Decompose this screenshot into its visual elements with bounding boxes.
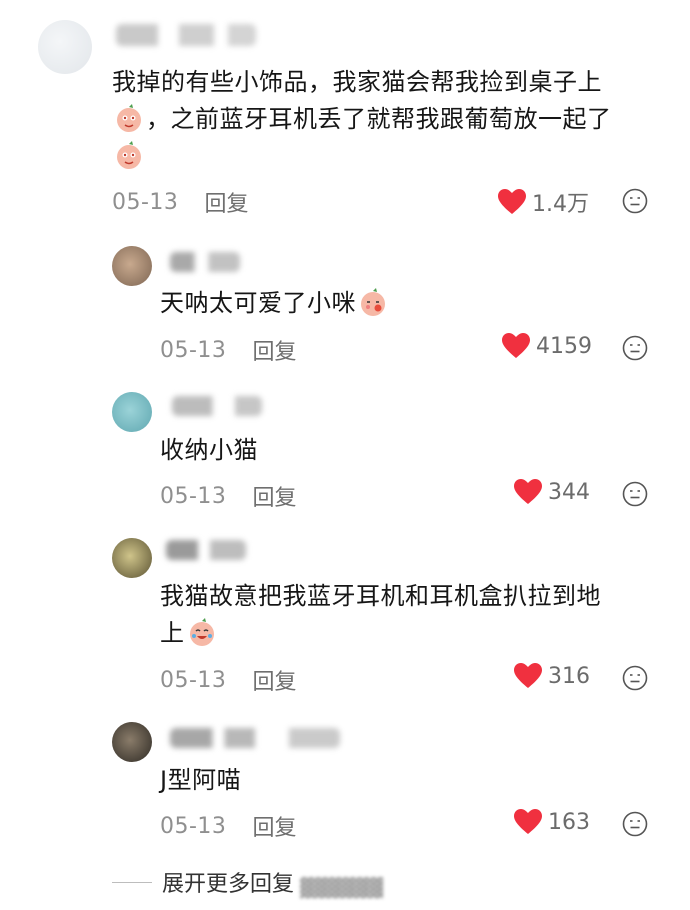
reply-text: 收纳小猫: [160, 436, 258, 464]
comment-text-line2: ，之前蓝牙耳机丢了就帮我跟葡萄放一起了: [112, 101, 612, 137]
reply-date: 05-13: [160, 667, 227, 693]
emoji-reaction-icon[interactable]: [622, 481, 648, 507]
peach-sticker-icon: [114, 140, 144, 170]
reply-text-line1: 我猫故意把我蓝牙耳机和耳机盒扒拉到地: [160, 582, 601, 610]
comment-text-line1: 我掉的有些小饰品，我家猫会帮我捡到桌子上: [112, 68, 602, 96]
peach-sticker-icon: [114, 103, 144, 133]
like-button[interactable]: 163: [514, 809, 590, 835]
comment-meta: 05-13 回复: [112, 186, 248, 218]
reply-meta: 05-13 回复: [160, 334, 296, 366]
reply-meta: 05-13 回复: [160, 480, 296, 512]
heart-icon: [514, 479, 542, 504]
divider-line: [112, 881, 152, 883]
avatar[interactable]: [112, 538, 152, 578]
avatar[interactable]: [112, 246, 152, 286]
avatar[interactable]: [112, 392, 152, 432]
expand-more-replies[interactable]: 展开更多回复: [112, 866, 294, 898]
like-button[interactable]: 4159: [502, 333, 592, 359]
reply-text: J型阿喵: [160, 766, 242, 794]
username-blurred[interactable]: [172, 396, 262, 416]
avatar[interactable]: [112, 722, 152, 762]
username-blurred[interactable]: [166, 540, 246, 560]
reply-meta: 05-13 回复: [160, 810, 296, 842]
username-blurred[interactable]: [170, 728, 340, 748]
heart-icon: [502, 333, 530, 358]
reply-button[interactable]: 回复: [252, 664, 296, 696]
reply-meta: 05-13 回复: [160, 664, 296, 696]
expand-more-label: 展开更多回复: [162, 872, 295, 897]
heart-icon: [514, 809, 542, 834]
comment-date: 05-13: [112, 189, 179, 215]
emoji-reaction-icon[interactable]: [622, 188, 648, 214]
peach-sticker-blush-icon: [358, 287, 388, 317]
comment-text-line2-body: ，之前蓝牙耳机丢了就帮我跟葡萄放一起了: [146, 105, 612, 133]
reply-text: 天呐太可爱了小咪: [160, 285, 390, 321]
avatar[interactable]: [38, 20, 92, 74]
username-blurred[interactable]: [170, 252, 240, 272]
like-button[interactable]: 316: [514, 663, 590, 689]
like-count: 1.4万: [532, 192, 589, 217]
reply-date: 05-13: [160, 483, 227, 509]
heart-icon: [514, 663, 542, 688]
heart-icon: [498, 189, 526, 214]
reply-text-body: 天呐太可爱了小咪: [160, 289, 356, 317]
reply-date: 05-13: [160, 813, 227, 839]
reply-date: 05-13: [160, 337, 227, 363]
emoji-reaction-icon[interactable]: [622, 811, 648, 837]
emoji-reaction-icon[interactable]: [622, 335, 648, 361]
comment-text-line3: [112, 138, 146, 174]
reply-button[interactable]: 回复: [252, 334, 296, 366]
reply-button[interactable]: 回复: [204, 186, 248, 218]
like-button[interactable]: 1.4万: [498, 186, 589, 218]
username-blurred[interactable]: [116, 24, 256, 46]
like-button[interactable]: 344: [514, 479, 590, 505]
reply-text-line2: 上: [160, 615, 219, 651]
peach-sticker-cry-laugh-icon: [187, 617, 217, 647]
watermark-blurred: ▓▓▓▓▓▓: [300, 878, 384, 899]
reply-button[interactable]: 回复: [252, 480, 296, 512]
like-count: 163: [548, 809, 590, 835]
emoji-reaction-icon[interactable]: [622, 665, 648, 691]
like-count: 344: [548, 479, 590, 505]
like-count: 316: [548, 663, 590, 689]
reply-text-line2-body: 上: [160, 619, 185, 647]
like-count: 4159: [536, 333, 592, 359]
reply-button[interactable]: 回复: [252, 810, 296, 842]
